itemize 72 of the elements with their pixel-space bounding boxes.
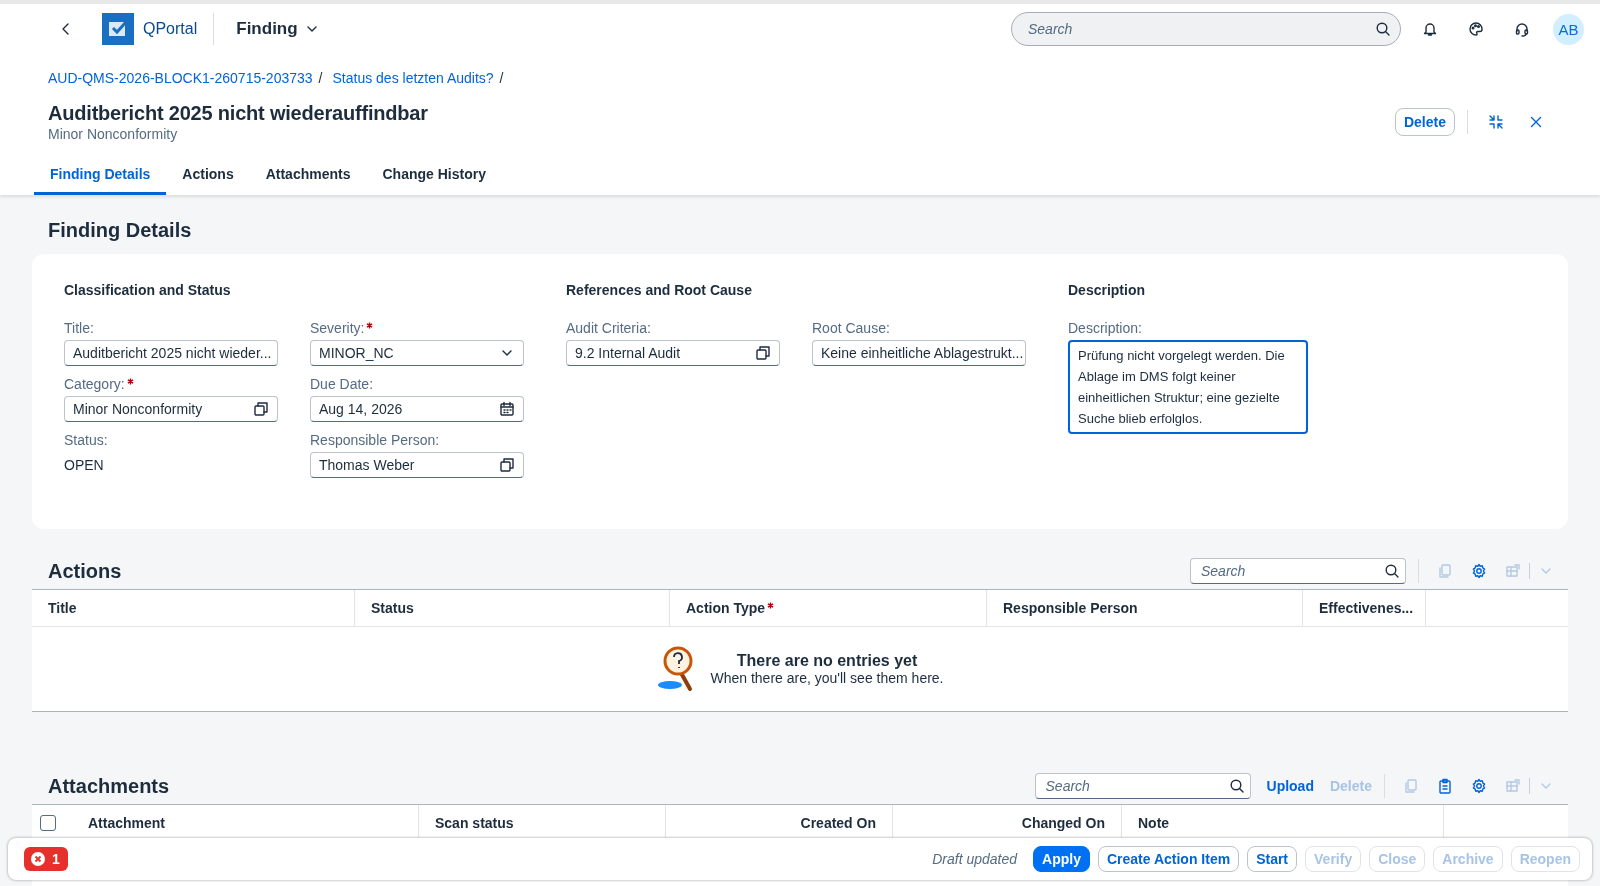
field-label: Severity:	[310, 320, 365, 336]
collapse-icon[interactable]	[1488, 114, 1504, 130]
column-header[interactable]: Status	[355, 590, 670, 626]
bell-icon[interactable]	[1422, 21, 1438, 37]
field-label: Description:	[1068, 320, 1142, 336]
tab[interactable]: Attachments	[249, 156, 367, 195]
section-title: Attachments	[48, 774, 170, 798]
delete-button[interactable]: Delete	[1394, 108, 1455, 136]
calendar-icon[interactable]	[499, 401, 515, 417]
field-label: Due Date:	[310, 376, 374, 392]
breadcrumb-link[interactable]: AUD-QMS-2026-BLOCK1-260715-203733	[48, 70, 313, 86]
tab[interactable]: Actions	[166, 156, 250, 195]
breadcrumb-separator: /	[499, 70, 504, 86]
tab[interactable]: Change History	[366, 156, 502, 195]
field-label: Audit Criteria:	[566, 320, 651, 336]
checkbox[interactable]	[40, 815, 56, 831]
logo-icon[interactable]	[102, 13, 134, 45]
search-field[interactable]: Search	[1190, 558, 1406, 584]
field-label: Responsible Person:	[310, 432, 440, 448]
empty-state-text: When there are, you'll see them here.	[710, 670, 944, 686]
search-icon[interactable]	[1228, 778, 1245, 794]
date-field[interactable]: Aug 14, 2026	[310, 396, 524, 422]
description-field[interactable]: Prüfung nicht vorgelegt werden. Die Ablage im DMS folgt keiner einheitlichen Struktur; eine gezielte Suche blieb erfolglos.	[1068, 340, 1308, 434]
error-count-button[interactable]: 1	[24, 847, 68, 871]
column-header[interactable]: Action Type	[670, 590, 987, 626]
palette-icon[interactable]	[1468, 21, 1484, 37]
search-icon[interactable]	[1375, 21, 1391, 37]
value-help-icon[interactable]	[499, 457, 515, 473]
section-title: Actions	[48, 559, 122, 583]
headset-icon[interactable]	[1514, 21, 1530, 37]
app-title-menu[interactable]: Finding	[236, 19, 320, 39]
upload-button[interactable]: Upload	[1266, 778, 1314, 794]
search-field[interactable]: Search	[1011, 12, 1401, 46]
footer-button[interactable]: Create Action Item	[1097, 846, 1240, 872]
breadcrumb-separator: /	[318, 70, 323, 86]
footer-button[interactable]: Apply	[1033, 846, 1090, 872]
tab[interactable]: Finding Details	[34, 156, 167, 195]
field-label: Status:	[64, 432, 108, 448]
footer-button[interactable]: Start	[1247, 846, 1298, 872]
settings-icon[interactable]	[1471, 563, 1487, 579]
draft-status: Draft updated	[932, 851, 1018, 867]
app-name[interactable]: QPortal	[143, 13, 215, 45]
field-label: Title:	[64, 320, 94, 336]
value-help-field[interactable]: 9.2 Internal Audit	[566, 340, 780, 366]
status-value: OPEN	[64, 456, 105, 475]
value-help-icon[interactable]	[253, 401, 269, 417]
field-label: Category:	[64, 376, 125, 392]
search-icon[interactable]	[1384, 563, 1400, 579]
group-title: Classification and Status	[64, 282, 232, 298]
section-title: Finding Details	[47, 219, 193, 242]
close-icon[interactable]	[1528, 114, 1544, 130]
column-header[interactable]: Effectivenes...	[1303, 590, 1426, 626]
group-title: Description	[1068, 282, 1146, 298]
value-help-field[interactable]: Minor Nonconformity	[64, 396, 278, 422]
clipboard-icon[interactable]	[1437, 778, 1453, 794]
column-header[interactable]: Title	[32, 590, 355, 626]
breadcrumb-link[interactable]: Status des letzten Audits?	[332, 70, 494, 86]
user-avatar[interactable]: AB	[1553, 13, 1584, 45]
error-icon	[30, 851, 46, 867]
input-field[interactable]: Keine einheitliche Ablagestrukt...	[812, 340, 1026, 366]
field-label: Root Cause:	[812, 320, 890, 336]
input-field[interactable]: Auditbericht 2025 nicht wieder...	[64, 340, 278, 366]
group-title: References and Root Cause	[566, 282, 753, 298]
value-help-icon[interactable]	[755, 345, 771, 361]
value-help-field[interactable]: Thomas Weber	[310, 452, 524, 478]
column-header[interactable]: Responsible Person	[987, 590, 1303, 626]
select-field[interactable]: MINOR_NC	[310, 340, 524, 366]
object-subtitle: Minor Nonconformity	[48, 126, 179, 142]
search-field[interactable]: Search	[1034, 773, 1251, 799]
settings-icon[interactable]	[1471, 778, 1487, 794]
empty-state-title: There are no entries yet	[735, 652, 919, 670]
object-title: Auditbericht 2025 nicht wiederauffindbar	[48, 102, 428, 125]
